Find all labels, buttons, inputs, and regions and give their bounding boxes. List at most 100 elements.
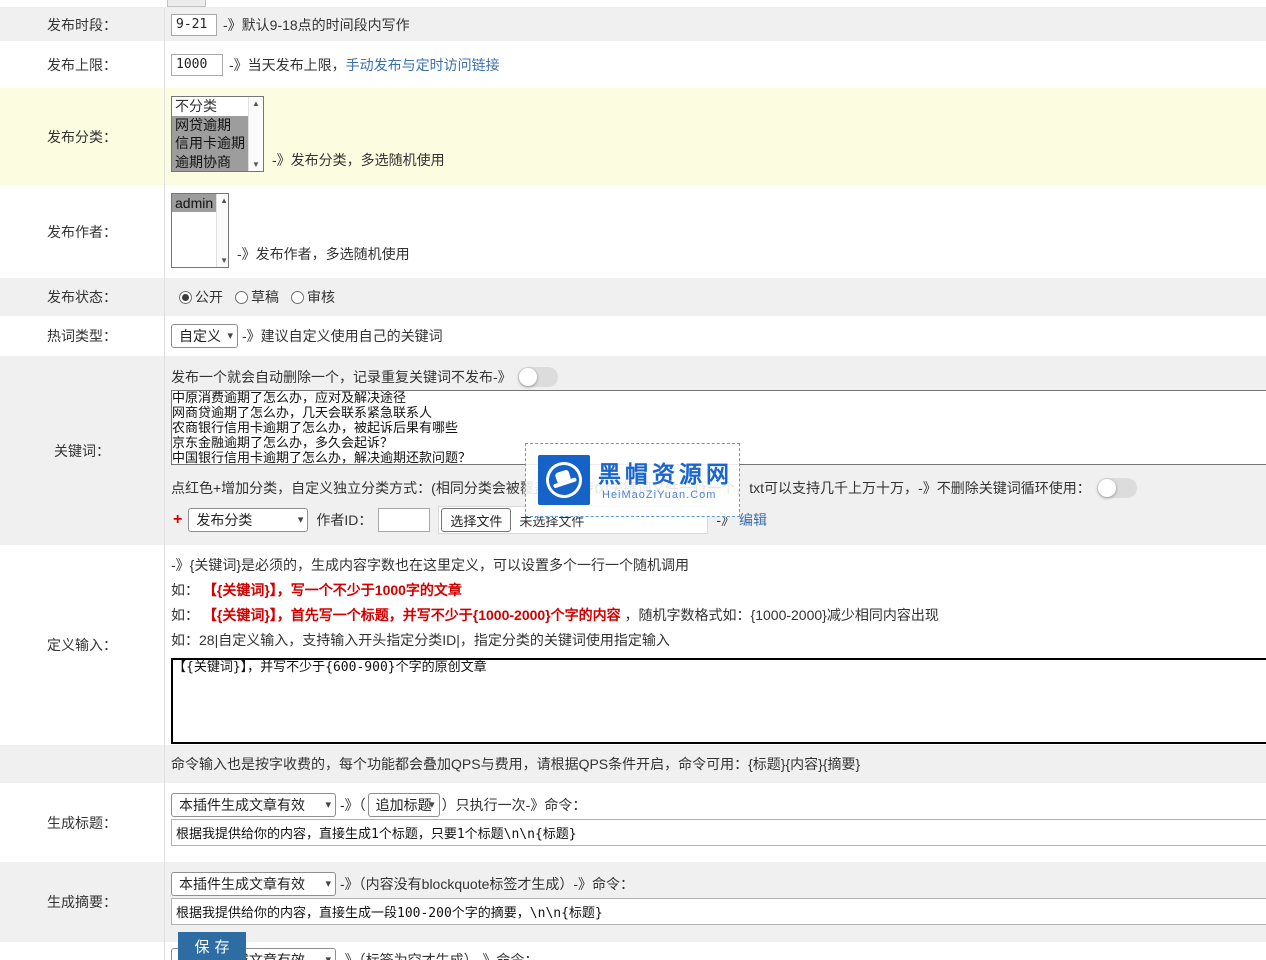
row-gen-title: 生成标题： 本插件生成文章有效 ▾ -》（ 追加标题 ▾ ）只执行一次-》命令： <box>0 783 1266 862</box>
chevron-down-icon: ▾ <box>429 798 435 812</box>
row-publish-category: 发布分类： 不分类 网贷逾期 信用卡逾期 逾期协商 ▲ ▼ -》发布分类，多选随… <box>0 88 1266 185</box>
auto-delete-hint: 发布一个就会自动删除一个，记录重复关键词不发布-》 <box>171 367 512 387</box>
publish-time-hint: -》默认9-18点的时间段内写作 <box>223 15 410 35</box>
row-publish-limit: 发布上限： -》当天发布上限， 手动发布与定时访问链接 <box>0 41 1266 88</box>
select-value: 追加标题 <box>376 795 432 815</box>
publish-category-listbox[interactable]: 不分类 网贷逾期 信用卡逾期 逾期协商 ▲ ▼ <box>171 96 264 172</box>
hotword-type-hint: -》建议自定义使用自己的关键词 <box>242 326 443 346</box>
radio-icon <box>291 291 304 304</box>
field-label-publish-author: 发布作者： <box>0 185 165 278</box>
field-label-gen-summary: 生成摘要： <box>0 862 165 942</box>
gen-summary-tail-text: -》（内容没有blockquote标签才生成）-》命令： <box>340 874 634 894</box>
gen-summary-mode-select[interactable]: 本插件生成文章有效 ▾ <box>171 872 336 896</box>
category-option[interactable]: 不分类 <box>172 97 248 116</box>
publish-limit-input[interactable] <box>171 54 223 76</box>
scroll-up-icon[interactable]: ▲ <box>252 99 260 108</box>
field-label-empty <box>0 942 165 960</box>
category-option[interactable]: 信用卡逾期 <box>172 134 248 153</box>
publish-time-input[interactable] <box>171 14 217 36</box>
watermark: 黑帽资源网 HeiMaoZiYuan.Com <box>525 443 740 517</box>
field-label-publish-status: 发布状态： <box>0 278 165 316</box>
field-label-hotword-type: 热词类型： <box>0 316 165 356</box>
save-button[interactable]: 保存 <box>178 932 246 960</box>
example-prefix: 如： <box>171 607 199 623</box>
select-value: 发布分类 <box>196 510 252 530</box>
keyword-category-select[interactable]: 发布分类 ▾ <box>188 508 308 532</box>
row-publish-author: 发布作者： admin ▲ ▼ -》发布作者，多选随机使用 <box>0 185 1266 278</box>
status-radio-public[interactable]: 公开 <box>179 287 223 307</box>
choose-file-button[interactable]: 选择文件 <box>441 508 511 532</box>
author-option[interactable]: admin <box>172 194 216 212</box>
status-radio-draft[interactable]: 草稿 <box>235 287 279 307</box>
example-red-text: 【{关键词}】，首先写一个标题，并写不少于{1000-2000}个字的内容 <box>203 607 621 623</box>
edit-link[interactable]: 编辑 <box>739 510 767 530</box>
define-hint-1: -》{关键词}是必须的，生成内容字数也在这里定义，可以设置多个一行一个随机调用 <box>171 553 1266 578</box>
watermark-url: HeiMaoZiYuan.Com <box>602 489 716 501</box>
chevron-down-icon: ▾ <box>325 953 331 960</box>
plugin-settings-page: 发布时段： -》默认9-18点的时间段内写作 发布上限： -》当天发布上限， 手… <box>0 0 1266 960</box>
author-id-label: 作者ID： <box>316 510 372 530</box>
row-publish-time: 发布时段： -》默认9-18点的时间段内写作 <box>0 8 1266 41</box>
select-value: 自定义 <box>179 326 221 346</box>
toggle-keyword-loop[interactable] <box>1097 478 1137 498</box>
chevron-down-icon: ▾ <box>325 877 331 891</box>
top-strip <box>0 0 1266 8</box>
listbox-scrollbar[interactable]: ▲ ▼ <box>248 97 263 171</box>
radio-icon <box>179 291 192 304</box>
command-note-text: 命令输入也是按字收费的，每个功能都会叠加QPS与费用，请根据QPS条件开启，命令… <box>171 754 860 774</box>
select-value: 本插件生成文章有效 <box>179 795 305 815</box>
radio-label: 审核 <box>307 287 335 307</box>
radio-label: 公开 <box>195 287 223 307</box>
listbox-scrollbar[interactable]: ▲ ▼ <box>216 194 229 267</box>
gen-title-append-select[interactable]: 追加标题 ▾ <box>368 793 440 817</box>
chevron-down-icon: ▾ <box>227 329 233 343</box>
radio-icon <box>235 291 248 304</box>
keyword-loop-label: -》不删除关键词循环使用： <box>918 478 1091 498</box>
clipped-control-remnant <box>167 0 206 7</box>
gen-title-tail-text: ）只执行一次-》命令： <box>442 795 587 815</box>
heimao-logo-icon <box>538 455 590 505</box>
toggle-auto-delete[interactable] <box>518 367 558 387</box>
select-value: 本插件生成文章有效 <box>179 874 305 894</box>
add-category-button[interactable]: + <box>173 511 182 529</box>
publish-limit-hint: -》当天发布上限， <box>229 55 346 75</box>
field-label-define-input: 定义输入： <box>0 545 165 745</box>
chevron-down-icon: ▾ <box>298 513 304 527</box>
field-label-keywords: 关键词： <box>0 356 165 545</box>
row-gen-summary: 生成摘要： 本插件生成文章有效 ▾ -》（内容没有blockquote标签才生成… <box>0 862 1266 942</box>
scroll-down-icon[interactable]: ▼ <box>220 256 228 265</box>
radio-label: 草稿 <box>251 287 279 307</box>
gen-title-command-input[interactable] <box>171 819 1266 846</box>
scroll-up-icon[interactable]: ▲ <box>220 196 228 205</box>
publish-author-hint: -》发布作者，多选随机使用 <box>237 244 410 264</box>
chevron-down-icon: ▾ <box>325 798 331 812</box>
status-radio-review[interactable]: 审核 <box>291 287 335 307</box>
category-option[interactable]: 逾期协商 <box>172 153 248 172</box>
field-label-gen-title: 生成标题： <box>0 783 165 862</box>
toggle-knob <box>519 368 537 386</box>
row-hotword-type: 热词类型： 自定义 ▾ -》建议自定义使用自己的关键词 <box>0 316 1266 356</box>
scroll-down-icon[interactable]: ▼ <box>252 160 260 169</box>
row-command-note: 命令输入也是按字收费的，每个功能都会叠加QPS与费用，请根据QPS条件开启，命令… <box>0 745 1266 783</box>
define-input-textarea[interactable]: 【{关键词}】，并写不少于{600-900}个字的原创文章 <box>171 658 1266 744</box>
example-tail: ，随机字数格式如：{1000-2000}减少相同内容出现 <box>625 607 939 623</box>
row-define-input: 定义输入： -》{关键词}是必须的，生成内容字数也在这里定义，可以设置多个一行一… <box>0 545 1266 745</box>
gen-summary-command-input[interactable] <box>171 898 1266 925</box>
field-label-publish-limit: 发布上限： <box>0 41 165 88</box>
manual-publish-link[interactable]: 手动发布与定时访问链接 <box>346 55 500 75</box>
gen-tags-tail-text: -》（标签为空才生成）-》命令： <box>340 950 538 960</box>
watermark-title: 黑帽资源网 <box>598 455 733 489</box>
row-publish-status: 发布状态： 公开 草稿 审核 <box>0 278 1266 316</box>
example-red-text: 【{关键词}】，写一个不少于1000字的文章 <box>203 582 462 598</box>
toggle-knob <box>1098 479 1116 497</box>
publish-category-hint: -》发布分类，多选随机使用 <box>272 150 445 170</box>
gen-title-mode-select[interactable]: 本插件生成文章有效 ▾ <box>171 793 336 817</box>
publish-author-listbox[interactable]: admin ▲ ▼ <box>171 193 229 268</box>
define-hint-4: 如：28|自定义输入，支持输入开头指定分类ID|，指定分类的关键词使用指定输入 <box>171 628 1266 653</box>
author-id-input[interactable] <box>378 508 430 532</box>
field-label-publish-time: 发布时段： <box>0 8 165 41</box>
hotword-type-select[interactable]: 自定义 ▾ <box>171 324 238 348</box>
category-option[interactable]: 网贷逾期 <box>172 116 248 135</box>
hat-icon <box>541 457 586 502</box>
example-prefix: 如： <box>171 582 199 598</box>
